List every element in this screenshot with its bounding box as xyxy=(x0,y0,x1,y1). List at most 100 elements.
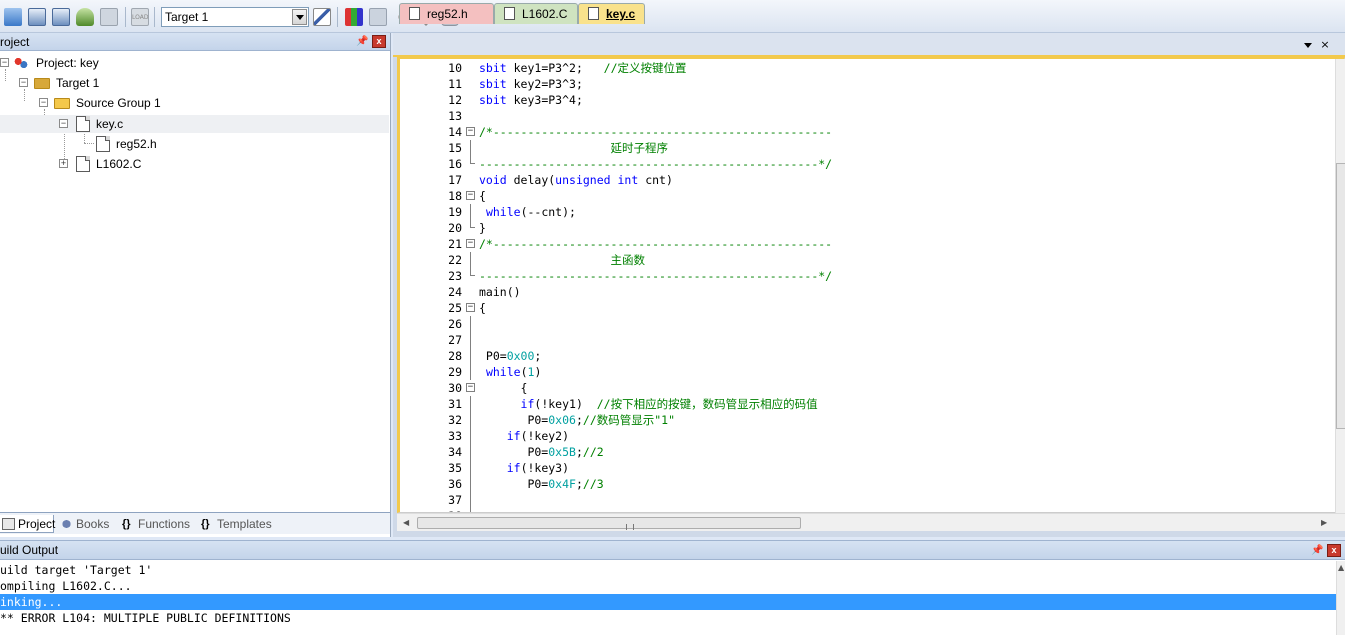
editor-vertical-scrollbar[interactable] xyxy=(1335,59,1345,513)
close-icon[interactable]: x xyxy=(1327,544,1341,557)
code-text: while(--cnt); xyxy=(479,204,576,220)
line-number: 28 xyxy=(448,349,462,363)
manage-components-icon[interactable] xyxy=(345,8,363,26)
collapse-icon[interactable]: − xyxy=(59,119,68,128)
tab-reg52-h[interactable]: reg52.h xyxy=(399,3,494,24)
scrollbar-thumb[interactable] xyxy=(1336,163,1345,429)
close-tab-icon[interactable]: × xyxy=(1318,38,1332,52)
fold-toggle-icon[interactable]: − xyxy=(466,191,475,200)
collapse-icon[interactable]: − xyxy=(19,78,28,87)
scroll-left-icon[interactable]: ◀ xyxy=(403,518,409,527)
code-line[interactable]: 12 sbit key3=P3^4; xyxy=(400,92,1340,108)
tree-item-source-group[interactable]: − Source Group 1 xyxy=(0,94,390,112)
scroll-right-icon[interactable]: ▶ xyxy=(1321,518,1327,527)
code-line[interactable]: 10 sbit key1=P3^2; //定义按键位置 xyxy=(400,60,1340,76)
code-line[interactable]: 28 P0=0x00; xyxy=(400,348,1340,364)
code-line[interactable]: 13 xyxy=(400,108,1340,124)
code-line[interactable]: 11 sbit key2=P3^3; xyxy=(400,76,1340,92)
editor-horizontal-scrollbar[interactable]: ◀ ▶ xyxy=(397,513,1345,531)
grip-icon xyxy=(626,524,634,530)
code-text: { xyxy=(479,380,528,396)
code-line[interactable]: 37 xyxy=(400,492,1340,508)
pin-icon[interactable]: 📌 xyxy=(1311,545,1323,556)
code-line[interactable]: 26 xyxy=(400,316,1340,332)
scroll-up-icon[interactable]: ▲ xyxy=(1338,563,1344,572)
code-line[interactable]: 15 延时子程序 xyxy=(400,140,1340,156)
code-token: sbit xyxy=(479,61,507,75)
code-editor[interactable]: 10 sbit key1=P3^2; //定义按键位置 11 sbit key2=P3… xyxy=(397,57,1345,513)
code-line[interactable]: 27 xyxy=(400,332,1340,348)
code-line[interactable]: 30− { xyxy=(400,380,1340,396)
translate-icon[interactable] xyxy=(4,8,22,26)
code-line[interactable]: 24 main() xyxy=(400,284,1340,300)
build-output-header: uild Output 📌 x xyxy=(0,540,1345,560)
code-line[interactable]: 33 if(!key2) xyxy=(400,428,1340,444)
code-token: if xyxy=(506,461,521,475)
code-line[interactable]: 29 while(1) xyxy=(400,364,1340,380)
tab-functions[interactable]: {} Functions xyxy=(120,515,195,533)
line-number: 27 xyxy=(448,333,462,347)
build-icon[interactable] xyxy=(28,8,46,26)
tab-label: Project xyxy=(18,517,56,531)
code-line[interactable]: 19 while(--cnt); xyxy=(400,204,1340,220)
build-output-text[interactable]: uild target 'Target 1' ompiling L1602.C..… xyxy=(0,562,1336,635)
chevron-down-icon[interactable] xyxy=(292,9,307,25)
expand-icon[interactable]: + xyxy=(59,159,68,168)
code-line[interactable]: 16 --------------------------------------… xyxy=(400,156,1340,172)
fold-toggle-icon[interactable]: − xyxy=(466,383,475,392)
fold-toggle-icon[interactable]: − xyxy=(466,127,475,136)
fold-toggle-icon[interactable]: − xyxy=(466,303,475,312)
code-line[interactable]: 31 if(!key1) //按下相应的按键，数码管显示相应的码值 xyxy=(400,396,1340,412)
batch-build-icon[interactable] xyxy=(76,8,94,26)
target-select[interactable]: Target 1 xyxy=(161,7,309,27)
target-options-icon[interactable] xyxy=(313,8,331,26)
tab-templates[interactable]: {} Templates xyxy=(199,515,274,533)
code-line[interactable]: 20} xyxy=(400,220,1340,236)
code-line[interactable]: 25−{ xyxy=(400,300,1340,316)
code-line[interactable]: 32 P0=0x06;//数码管显示"1" xyxy=(400,412,1340,428)
code-line[interactable]: 35 if(!key3) xyxy=(400,460,1340,476)
stop-build-icon[interactable] xyxy=(100,8,118,26)
code-line[interactable]: 34 P0=0x5B;//2 xyxy=(400,444,1340,460)
tree-item-keyc[interactable]: − key.c xyxy=(0,115,389,133)
collapse-icon[interactable]: − xyxy=(0,58,9,67)
fold-toggle-icon[interactable]: − xyxy=(466,239,475,248)
tree-item-reg52[interactable]: reg52.h xyxy=(0,135,390,153)
tab-list-chevron-icon[interactable] xyxy=(1304,43,1312,48)
code-line[interactable]: 36 P0=0x4F;//3 xyxy=(400,476,1340,492)
code-line[interactable]: 17 void delay(unsigned int cnt) xyxy=(400,172,1340,188)
build-output-line[interactable]: uild target 'Target 1' xyxy=(0,562,1336,578)
build-output-line[interactable]: ompiling L1602.C... xyxy=(0,578,1336,594)
rebuild-icon[interactable] xyxy=(52,8,70,26)
file-icon xyxy=(96,136,110,152)
tree-item-l1602[interactable]: + L1602.C xyxy=(0,155,390,173)
line-number: 30 xyxy=(448,381,462,395)
code-line[interactable]: 23 --------------------------------------… xyxy=(400,268,1340,284)
scrollbar-thumb[interactable] xyxy=(417,517,801,530)
close-icon[interactable]: x xyxy=(372,35,386,48)
line-number: 16 xyxy=(448,157,462,171)
code-token: ----------------------------------------… xyxy=(479,269,833,283)
tab-l1602-c[interactable]: L1602.C xyxy=(494,3,578,24)
code-line[interactable]: 22 主函数 xyxy=(400,252,1340,268)
manage-books-icon[interactable] xyxy=(369,8,387,26)
pin-icon[interactable]: 📌 xyxy=(356,36,368,47)
tree-item-target[interactable]: − Target 1 xyxy=(0,74,390,92)
code-token: (!key2) xyxy=(520,429,570,443)
tab-key-c[interactable]: key.c xyxy=(578,3,645,24)
target-icon xyxy=(34,78,50,89)
build-output-scrollbar[interactable]: ▲ xyxy=(1336,561,1345,635)
tree-item-project[interactable]: − Project: key xyxy=(0,54,390,72)
tab-project[interactable]: Project xyxy=(0,515,56,533)
collapse-icon[interactable]: − xyxy=(39,98,48,107)
templates-icon: {} xyxy=(201,518,210,530)
code-line[interactable]: 21−/*-----------------------------------… xyxy=(400,236,1340,252)
build-output-line[interactable]: inking... xyxy=(0,594,1336,610)
tree-item-label: Target 1 xyxy=(56,76,100,90)
code-line[interactable]: 14−/*-----------------------------------… xyxy=(400,124,1340,140)
load-icon[interactable]: LOAD xyxy=(131,8,149,26)
tab-books[interactable]: Books xyxy=(58,515,116,533)
code-line[interactable]: 18−{ xyxy=(400,188,1340,204)
file-icon xyxy=(76,156,90,172)
build-output-line[interactable]: ** ERROR L104: MULTIPLE PUBLIC DEFINITIO… xyxy=(0,610,1336,626)
